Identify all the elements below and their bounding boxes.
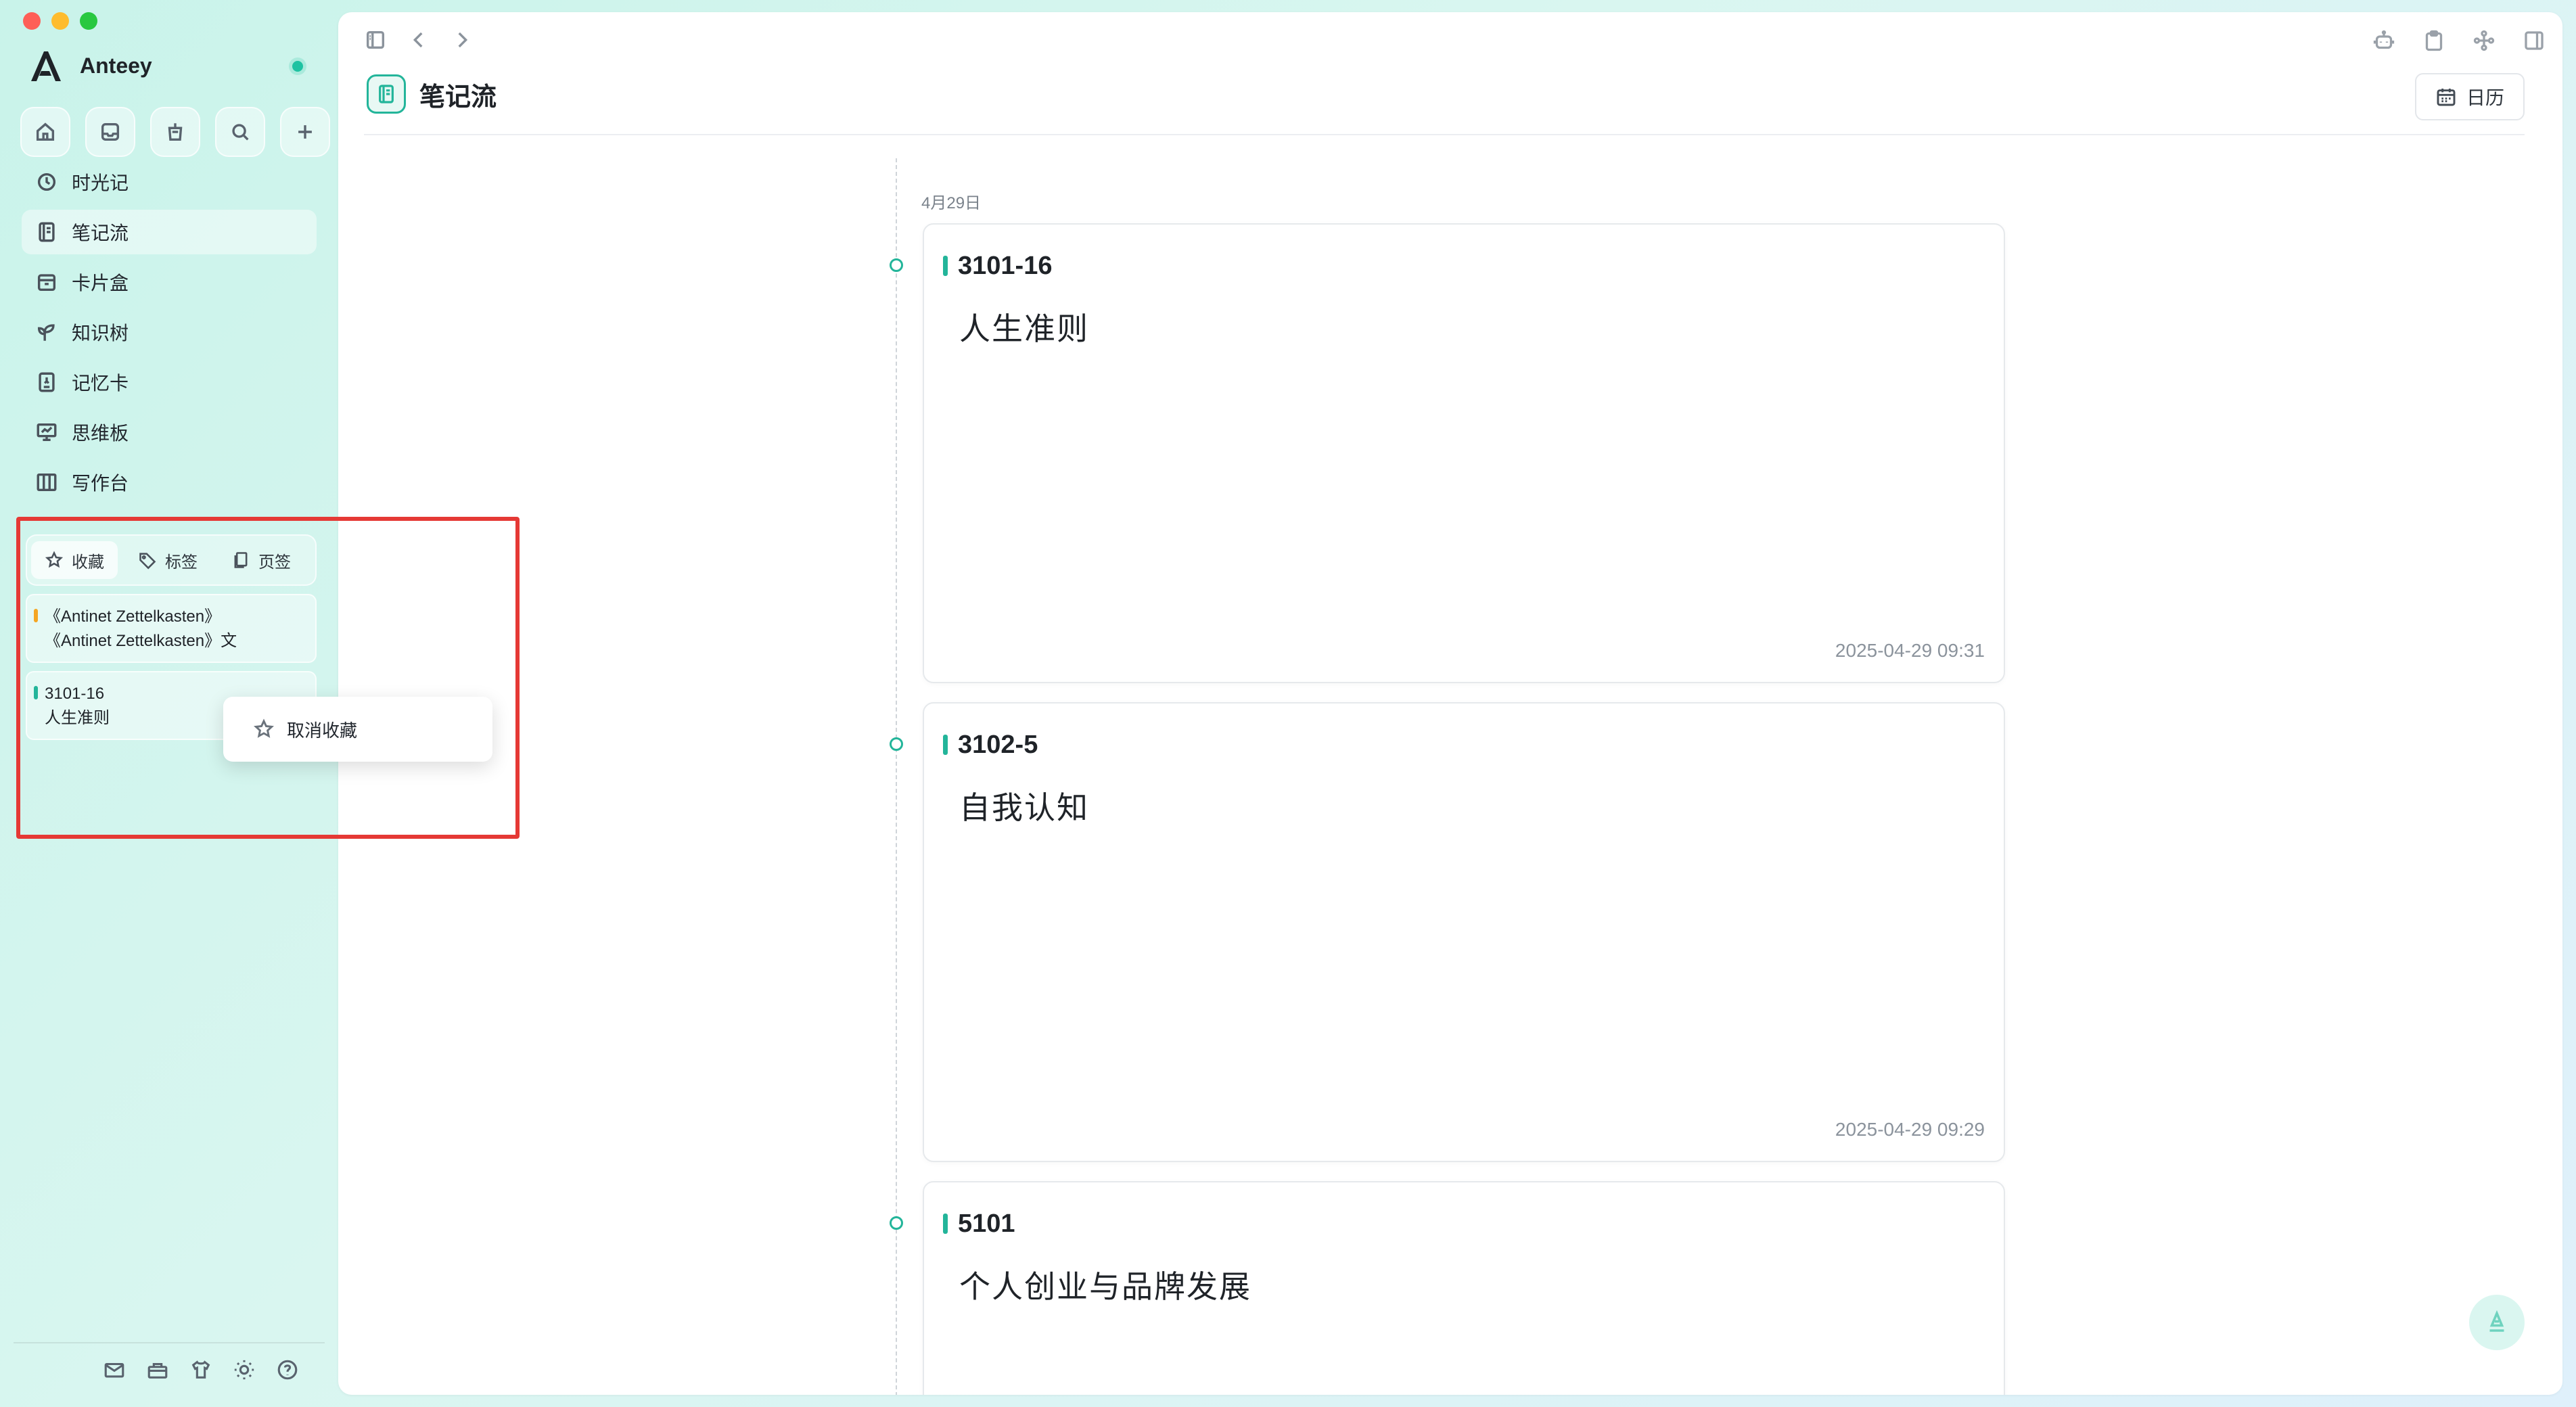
help-icon[interactable] <box>276 1358 299 1381</box>
nav-item-label: 时光记 <box>72 172 129 193</box>
whiteboard-icon <box>37 423 57 442</box>
note-id: 5101 <box>943 1209 1015 1239</box>
favorite-item-subtitle: 《Antinet Zettelkasten》文 <box>45 632 237 650</box>
page-icon <box>367 74 406 114</box>
brand[interactable]: Anteey <box>26 46 152 85</box>
inbox-icon <box>101 122 120 141</box>
note-body: 自我认知 <box>959 790 1089 825</box>
inbox-button[interactable] <box>85 107 135 157</box>
nav-item-knowledge-tree[interactable]: 知识树 <box>22 310 317 354</box>
card-box-icon <box>37 274 56 292</box>
clock-icon <box>37 172 56 191</box>
main-panel: 笔记流 日历 4月29日 3101-16 人生准则 2025-04-29 09:… <box>338 12 2562 1395</box>
plus-icon <box>298 125 312 139</box>
star-icon <box>45 551 64 568</box>
tab-tags[interactable]: 标签 <box>124 541 211 579</box>
search-button[interactable] <box>215 107 265 157</box>
color-marker <box>34 686 38 699</box>
nav-item-writing-desk[interactable]: 写作台 <box>22 460 317 505</box>
context-menu-label: 取消收藏 <box>287 720 358 741</box>
header-divider <box>364 134 2525 135</box>
timeline-line <box>896 158 897 1395</box>
nav-item-label: 思维板 <box>72 423 129 444</box>
graph-icon[interactable] <box>2472 28 2496 53</box>
note-timestamp: 2025-04-29 09:31 <box>1835 640 1985 661</box>
toggle-sidebar-icon[interactable] <box>364 28 387 51</box>
sidebar-footer <box>103 1358 299 1381</box>
robot-icon[interactable] <box>2372 28 2396 53</box>
nav-item-label: 写作台 <box>72 473 129 494</box>
note-id: 3102-5 <box>943 731 1038 760</box>
tab-label: 标签 <box>165 553 198 572</box>
nav-item-mind-board[interactable]: 思维板 <box>22 410 317 455</box>
nav-item-timeline[interactable]: 时光记 <box>22 160 317 204</box>
note-id: 3101-16 <box>943 252 1052 281</box>
nav-item-card-box[interactable]: 卡片盒 <box>22 260 317 304</box>
note-card[interactable]: 3101-16 人生准则 2025-04-29 09:31 <box>923 223 2005 683</box>
page-title: 笔记流 <box>419 83 497 112</box>
main-nav: 时光记 笔记流 卡片盒 知识树 记忆卡 思维板 写作台 <box>22 160 317 510</box>
app-logo-icon <box>31 51 61 81</box>
calendar-button[interactable]: 日历 <box>2414 73 2525 120</box>
note-body: 人生准则 <box>959 311 1089 346</box>
context-menu-unfavorite[interactable]: 取消收藏 <box>223 697 492 762</box>
tab-label: 收藏 <box>72 553 104 572</box>
app-name: Anteey <box>80 53 152 78</box>
back-icon[interactable] <box>407 28 430 51</box>
note-card[interactable]: 5101 个人创业与品牌发展 <box>923 1181 2005 1395</box>
forward-icon[interactable] <box>451 28 474 51</box>
nav-item-label: 记忆卡 <box>72 373 129 394</box>
nav-item-label: 知识树 <box>72 323 129 344</box>
topbar-left <box>364 28 474 51</box>
pages-icon <box>234 552 248 568</box>
date-group-label: 4月29日 <box>921 194 982 212</box>
tag-icon <box>139 553 156 570</box>
nav-item-note-stream[interactable]: 笔记流 <box>22 210 317 254</box>
memory-card-icon <box>39 372 55 392</box>
tab-favorites[interactable]: 收藏 <box>31 541 118 579</box>
nav-item-label: 笔记流 <box>72 223 129 244</box>
color-marker <box>34 609 38 622</box>
toolbox-icon[interactable] <box>146 1358 169 1381</box>
timeline-dot <box>890 1216 903 1230</box>
home-icon <box>36 122 55 141</box>
divider <box>14 1342 325 1343</box>
notebook-icon <box>379 85 394 103</box>
clipboard-icon[interactable] <box>2422 28 2446 53</box>
add-button[interactable] <box>280 107 330 157</box>
mail-icon[interactable] <box>103 1358 126 1381</box>
nav-item-label: 卡片盒 <box>72 273 129 294</box>
tab-label: 页签 <box>258 553 291 572</box>
star-icon <box>254 718 274 738</box>
drink-button[interactable] <box>150 107 200 157</box>
floating-action-button[interactable] <box>2469 1295 2525 1350</box>
writing-desk-icon <box>37 473 57 492</box>
note-body: 个人创业与品牌发展 <box>959 1269 1251 1304</box>
tab-page-tabs[interactable]: 页签 <box>218 541 304 579</box>
favorite-item-title: 《Antinet Zettelkasten》 <box>45 607 221 626</box>
rocket-icon <box>2489 1310 2504 1332</box>
online-status-dot <box>292 61 303 72</box>
notebook-icon <box>39 222 55 242</box>
page-header: 笔记流 <box>367 74 497 114</box>
shirt-icon[interactable] <box>189 1358 212 1381</box>
toggle-right-panel-icon[interactable] <box>2522 28 2546 53</box>
nav-item-memory-cards[interactable]: 记忆卡 <box>22 360 317 405</box>
note-card[interactable]: 3102-5 自我认知 2025-04-29 09:29 <box>923 702 2005 1162</box>
calendar-button-label: 日历 <box>2466 87 2504 108</box>
drink-icon <box>168 123 183 141</box>
note-timestamp: 2025-04-29 09:29 <box>1835 1119 1985 1140</box>
app-window: Anteey 时光记 笔记流 卡片盒 知识树 记忆卡 思维板 写作台 收藏 标签… <box>0 0 2576 1407</box>
home-button[interactable] <box>20 107 70 157</box>
calendar-icon <box>2437 89 2456 106</box>
timeline-dot <box>890 258 903 272</box>
sun-icon[interactable] <box>233 1358 256 1381</box>
sprout-icon <box>37 324 55 341</box>
favorite-item[interactable]: 《Antinet Zettelkasten》 《Antinet Zettelka… <box>26 594 317 663</box>
timeline-dot <box>890 737 903 751</box>
favorites-tabs: 收藏 标签 页签 <box>26 534 317 586</box>
search-icon <box>232 124 249 141</box>
topbar-right <box>2372 28 2546 53</box>
quick-actions <box>20 107 330 157</box>
